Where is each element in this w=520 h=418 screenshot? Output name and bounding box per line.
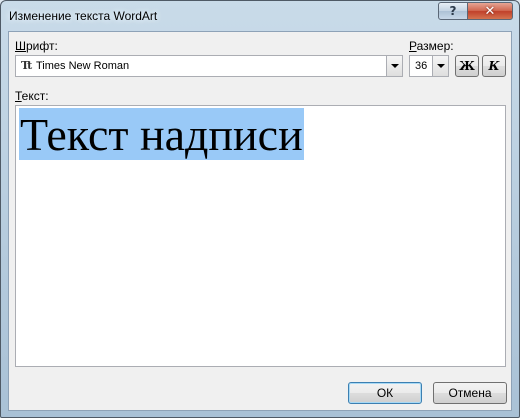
size-label-rest: азмер:	[416, 39, 454, 53]
chevron-down-icon	[390, 64, 399, 68]
font-dropdown[interactable]: Tt Times New Roman	[15, 55, 403, 77]
italic-button[interactable]: К	[482, 55, 506, 77]
close-icon: ✕	[484, 3, 496, 19]
wordart-text-input[interactable]: Текст надписи	[15, 105, 506, 367]
close-button[interactable]: ✕	[467, 2, 513, 20]
truetype-font-icon: Tt	[21, 59, 32, 72]
text-label: Текст:	[15, 89, 49, 103]
title-bar[interactable]: Изменение текста WordArt ? ✕	[1, 1, 519, 33]
chevron-down-icon	[436, 64, 445, 68]
text-label-accel: Т	[15, 89, 22, 103]
selected-text[interactable]: Текст надписи	[19, 108, 304, 160]
font-label-accel: Ш	[15, 39, 26, 53]
font-label: Шрифт:	[15, 39, 58, 53]
text-label-rest: екст:	[21, 89, 49, 103]
font-label-rest: рифт:	[26, 39, 58, 53]
size-label: Размер:	[409, 39, 454, 53]
help-icon: ?	[449, 4, 457, 18]
size-label-accel: Р	[409, 39, 417, 53]
bold-icon: Ж	[459, 59, 475, 73]
size-dropdown-value: 36	[415, 60, 428, 72]
size-dropdown-arrow[interactable]	[432, 56, 448, 76]
cancel-button[interactable]: Отмена	[433, 382, 507, 404]
wordart-dialog: Изменение текста WordArt ? ✕ Шрифт: Разм…	[0, 0, 520, 418]
italic-icon: К	[488, 59, 500, 73]
font-dropdown-arrow[interactable]	[386, 56, 402, 76]
ok-button[interactable]: ОК	[348, 382, 422, 404]
size-dropdown[interactable]: 36	[409, 55, 449, 77]
help-button[interactable]: ?	[438, 2, 468, 20]
font-dropdown-value: Times New Roman	[36, 60, 130, 72]
window-title: Изменение текста WordArt	[9, 9, 158, 23]
dialog-client-area: Шрифт: Размер: Tt Times New Roman 36 Ж К…	[8, 31, 512, 411]
bold-button[interactable]: Ж	[455, 55, 479, 77]
